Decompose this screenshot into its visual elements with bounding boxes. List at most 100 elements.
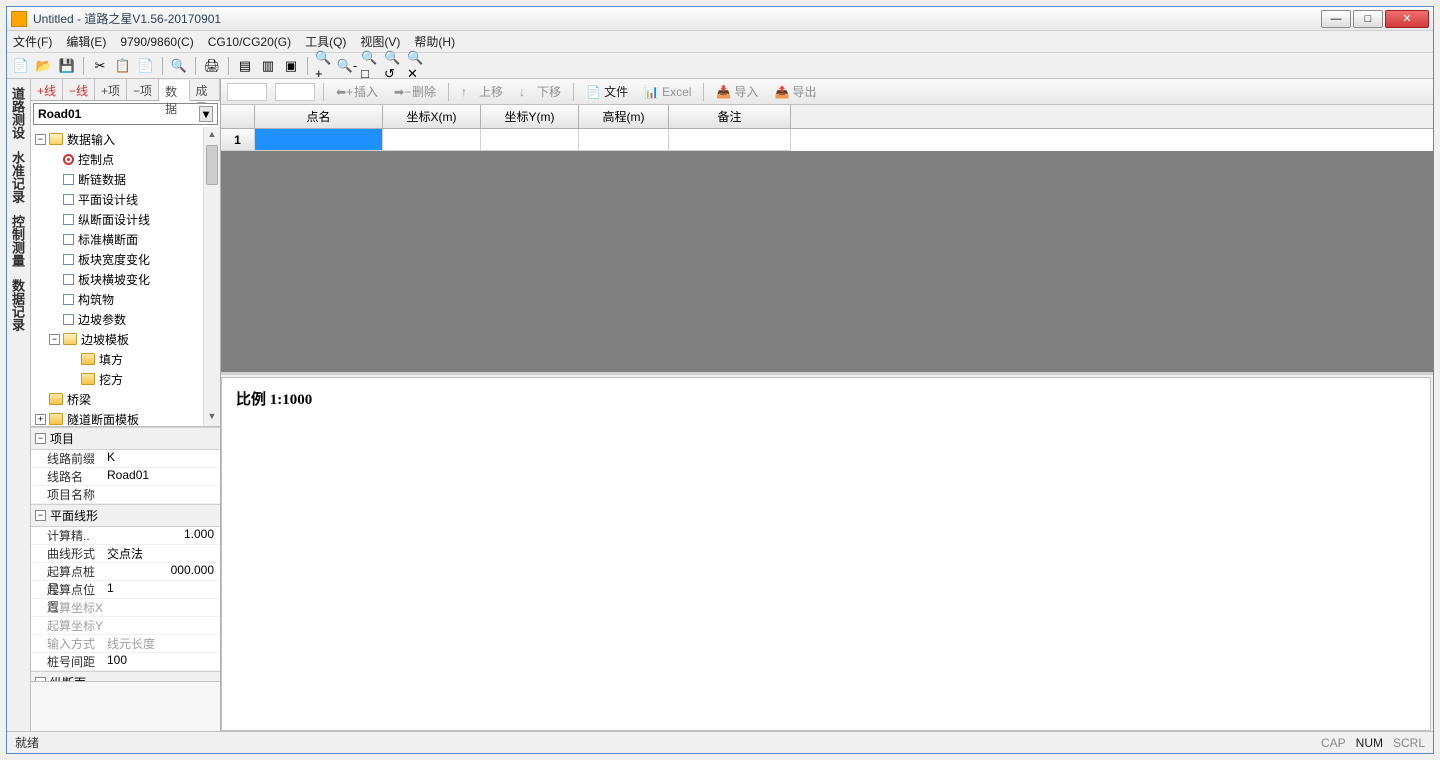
preview-pane[interactable]: 比例 1:1000 <box>221 377 1431 731</box>
grid-cell[interactable] <box>481 129 579 151</box>
tree-crossslope-change[interactable]: 板块横坡变化 <box>31 269 220 289</box>
tree-scrollbar[interactable]: ▲ ▼ <box>203 127 220 426</box>
zoom-out-icon[interactable]: 🔍- <box>337 56 357 76</box>
col-coord-x[interactable]: 坐标X(m) <box>383 105 481 128</box>
maximize-button[interactable]: □ <box>1353 10 1383 28</box>
cut-icon[interactable]: ✂ <box>90 56 110 76</box>
tab-level-record[interactable]: 水准记录 <box>7 145 30 209</box>
zoom-in-icon[interactable]: 🔍+ <box>314 56 334 76</box>
tree-standard-section[interactable]: 标准横断面 <box>31 229 220 249</box>
tab-data-record[interactable]: 数据记录 <box>7 273 30 337</box>
prop-group-profile[interactable]: −纵断面 <box>31 671 220 681</box>
tab-plus-item[interactable]: +项 <box>95 79 127 100</box>
prop-group-project[interactable]: −项目 <box>31 427 220 450</box>
prop-row[interactable]: 计算精..1.000 <box>31 527 220 545</box>
scroll-down-icon[interactable]: ▼ <box>204 409 220 426</box>
prop-group-plan[interactable]: −平面线形 <box>31 504 220 527</box>
excel-button[interactable]: 📊Excel <box>640 83 695 101</box>
zoom-clear-icon[interactable]: 🔍✕ <box>406 56 426 76</box>
import-button[interactable]: 📥导入 <box>712 81 762 102</box>
prop-row[interactable]: 线路前缀K <box>31 450 220 468</box>
menu-help[interactable]: 帮助(H) <box>414 33 455 50</box>
close-button[interactable]: ✕ <box>1385 10 1429 28</box>
print-icon[interactable]: 🖨 <box>202 56 222 76</box>
copy-icon[interactable]: 📋 <box>113 56 133 76</box>
prop-row[interactable]: 起算坐标X <box>31 599 220 617</box>
insert-button[interactable]: ⬅+插入 <box>332 81 382 102</box>
small-combo[interactable] <box>227 83 267 101</box>
tree-profile-line[interactable]: 纵断面设计线 <box>31 209 220 229</box>
tree-bridge[interactable]: 桥梁 <box>31 389 220 409</box>
scroll-thumb[interactable] <box>206 145 218 185</box>
find-icon[interactable]: 🔍 <box>169 56 189 76</box>
layout3-icon[interactable]: ▣ <box>281 56 301 76</box>
tree-fill[interactable]: 填方 <box>31 349 220 369</box>
menu-file[interactable]: 文件(F) <box>13 33 52 50</box>
layout1-icon[interactable]: ▤ <box>235 56 255 76</box>
data-grid[interactable]: 点名 坐标X(m) 坐标Y(m) 高程(m) 备注 1 <box>221 105 1433 375</box>
tab-minus-line[interactable]: −线 <box>63 79 95 100</box>
tree-tunnel[interactable]: +隧道断面模板 <box>31 409 220 427</box>
tab-result[interactable]: 成果 <box>190 79 220 100</box>
menu-tool[interactable]: 工具(Q) <box>305 33 346 50</box>
open-icon[interactable]: 📂 <box>34 56 54 76</box>
menu-view[interactable]: 视图(V) <box>360 33 400 50</box>
grid-cell[interactable] <box>579 129 669 151</box>
grid-cell[interactable] <box>669 129 791 151</box>
tab-control-survey[interactable]: 控制测量 <box>7 209 30 273</box>
small-combo[interactable] <box>275 83 315 101</box>
file-button[interactable]: 📄文件 <box>582 81 632 102</box>
prop-row[interactable]: 桩号间距100 <box>31 653 220 671</box>
prop-row[interactable]: 起算坐标Y <box>31 617 220 635</box>
col-coord-y[interactable]: 坐标Y(m) <box>481 105 579 128</box>
move-up-button[interactable]: ↑上移 <box>457 81 507 102</box>
titlebar[interactable]: Untitled - 道路之星V1.56-20170901 — □ ✕ <box>7 7 1433 31</box>
paste-icon[interactable]: 📄 <box>136 56 156 76</box>
grid-cell-selected[interactable] <box>255 129 383 151</box>
tab-data[interactable]: 数据 <box>159 80 189 101</box>
menu-9790[interactable]: 9790/9860(C) <box>120 35 193 49</box>
export-button[interactable]: 📤导出 <box>770 81 820 102</box>
tree-slope-template[interactable]: −边坡模板 <box>31 329 220 349</box>
tab-plus-line[interactable]: +线 <box>31 79 63 100</box>
zoom-reset-icon[interactable]: 🔍↺ <box>383 56 403 76</box>
tree-structure[interactable]: 构筑物 <box>31 289 220 309</box>
layout2-icon[interactable]: ▥ <box>258 56 278 76</box>
prop-row[interactable]: 曲线形式交点法 <box>31 545 220 563</box>
grid-corner[interactable] <box>221 105 255 128</box>
row-header[interactable]: 1 <box>221 129 255 151</box>
minimize-button[interactable]: — <box>1321 10 1351 28</box>
move-down-button[interactable]: ↓下移 <box>515 81 565 102</box>
prop-row[interactable]: 起算点桩号000.000 <box>31 563 220 581</box>
separator <box>162 57 163 75</box>
col-point-name[interactable]: 点名 <box>255 105 383 128</box>
separator <box>83 57 84 75</box>
checkbox-icon <box>63 194 74 205</box>
save-icon[interactable]: 💾 <box>57 56 77 76</box>
menu-edit[interactable]: 编辑(E) <box>66 33 106 50</box>
tree-root[interactable]: −数据输入 <box>31 129 220 149</box>
tab-road-design[interactable]: 道路测设 <box>7 81 30 145</box>
delete-button[interactable]: ➡−删除 <box>390 81 440 102</box>
chevron-down-icon[interactable]: ▾ <box>199 106 213 122</box>
prop-row[interactable]: 项目名称 <box>31 486 220 504</box>
tree-break-chain[interactable]: 断链数据 <box>31 169 220 189</box>
tree-control-point[interactable]: 控制点 <box>31 149 220 169</box>
tree-width-change[interactable]: 板块宽度变化 <box>31 249 220 269</box>
grid-row[interactable]: 1 <box>221 129 1433 151</box>
col-remark[interactable]: 备注 <box>669 105 791 128</box>
zoom-fit-icon[interactable]: 🔍□ <box>360 56 380 76</box>
scroll-up-icon[interactable]: ▲ <box>204 127 220 144</box>
new-icon[interactable]: 📄 <box>11 56 31 76</box>
prop-row[interactable]: 线路名Road01 <box>31 468 220 486</box>
tree-plan-line[interactable]: 平面设计线 <box>31 189 220 209</box>
prop-row[interactable]: 起算点位置1 <box>31 581 220 599</box>
grid-cell[interactable] <box>383 129 481 151</box>
menu-cg10[interactable]: CG10/CG20(G) <box>208 35 291 49</box>
tree-slope-param[interactable]: 边坡参数 <box>31 309 220 329</box>
road-select[interactable]: Road01 ▾ <box>33 103 218 125</box>
tab-minus-item[interactable]: −项 <box>127 79 159 100</box>
col-elevation[interactable]: 高程(m) <box>579 105 669 128</box>
prop-row[interactable]: 输入方式线元长度 <box>31 635 220 653</box>
tree-cut[interactable]: 挖方 <box>31 369 220 389</box>
